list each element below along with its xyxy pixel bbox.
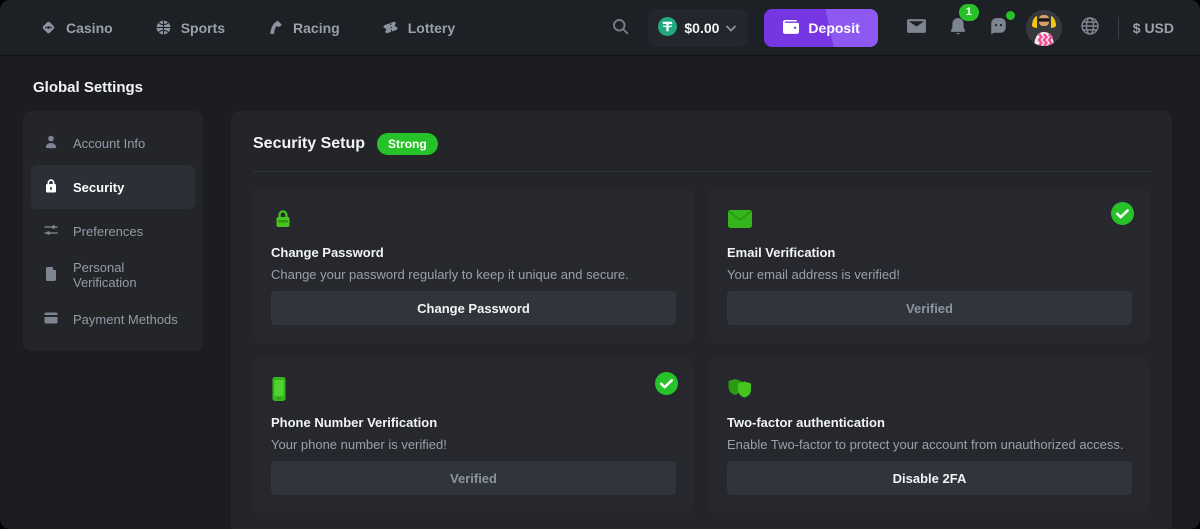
chat-icon [989,17,1008,38]
change-password-card: Change Password Change your password reg… [253,188,694,343]
sidebar-item-personal-verification[interactable]: Personal Verification [31,253,195,297]
messages-button[interactable] [902,14,931,41]
lock-icon [43,178,59,197]
security-strength-badge: Strong [377,133,438,155]
currency-selector[interactable]: $ USD [1133,20,1174,36]
shields-green-icon [727,376,1132,402]
nav-lottery[interactable]: Lottery [382,19,455,36]
two-factor-card: Two-factor authentication Enable Two-fac… [709,358,1150,513]
security-setup-panel: Security Setup Strong Change Password Ch… [231,111,1172,529]
topbar-divider [1118,17,1119,39]
card-description: Change your password regularly to keep i… [271,267,676,282]
envelope-green-icon [727,206,1132,232]
nav-casino[interactable]: Casino [40,19,113,36]
verified-check-icon [655,372,678,400]
ticket-icon [382,19,399,36]
card-description: Your email address is verified! [727,267,1132,282]
sidebar-item-label: Account Info [73,136,145,151]
disable-2fa-button[interactable]: Disable 2FA [727,461,1132,495]
page-content: Global Settings Account Info Security [0,55,1200,529]
nav-racing[interactable]: Racing [267,19,340,36]
nav-sports[interactable]: Sports [155,19,225,36]
main-nav: Casino Sports Racing Lottery [40,19,455,36]
verified-check-icon [1111,202,1134,230]
section-title: Security Setup [253,135,365,153]
phone-verified-button[interactable]: Verified [271,461,676,495]
sidebar-item-preferences[interactable]: Preferences [31,209,195,253]
notifications-button[interactable]: 1 [945,13,971,43]
nav-label: Lottery [408,20,455,36]
globe-icon [1080,16,1100,39]
horse-icon [267,19,284,36]
sidebar-item-account-info[interactable]: Account Info [31,121,195,165]
email-verified-button[interactable]: Verified [727,291,1132,325]
notification-count-badge: 1 [959,4,979,21]
card-description: Your phone number is verified! [271,437,676,452]
mail-icon [906,18,927,37]
nav-label: Sports [181,20,225,36]
currency-label: $ USD [1133,20,1174,36]
sidebar-item-security[interactable]: Security [31,165,195,209]
security-cards-grid: Change Password Change your password reg… [253,188,1150,513]
phone-verification-card: Phone Number Verification Your phone num… [253,358,694,513]
wallet-icon [782,19,800,37]
card-title: Change Password [271,245,676,260]
phone-green-icon [271,376,676,402]
chevron-down-icon [726,20,736,35]
basketball-icon [155,19,172,36]
padlock-green-icon [271,206,676,232]
search-button[interactable] [607,13,634,43]
user-icon [43,134,59,153]
header-divider [253,171,1150,172]
security-setup-header: Security Setup Strong [253,133,1150,155]
chat-button[interactable] [985,13,1012,42]
language-button[interactable] [1076,12,1104,43]
nav-label: Casino [66,20,113,36]
chat-online-dot [1006,11,1015,20]
card-title: Phone Number Verification [271,415,676,430]
avatar-image [1026,10,1062,46]
sidebar-item-payment-methods[interactable]: Payment Methods [31,297,195,341]
card-title: Email Verification [727,245,1132,260]
change-password-button[interactable]: Change Password [271,291,676,325]
sliders-icon [43,222,59,241]
sidebar-item-label: Payment Methods [73,312,178,327]
tether-coin-icon [658,17,677,39]
sidebar-item-label: Personal Verification [73,260,183,290]
user-avatar[interactable] [1026,10,1062,46]
page-title: Global Settings [33,79,1172,96]
topbar-right: $0.00 Deposit 1 [607,9,1174,47]
credit-card-icon [43,310,59,329]
card-title: Two-factor authentication [727,415,1132,430]
sidebar-item-label: Preferences [73,224,143,239]
nav-label: Racing [293,20,340,36]
dice-icon [40,19,57,36]
search-icon [611,17,630,39]
settings-sidebar: Account Info Security Preferences [23,111,203,351]
deposit-label: Deposit [808,20,859,36]
app-window: Casino Sports Racing Lottery [0,0,1200,529]
balance-selector[interactable]: $0.00 [648,9,748,47]
card-description: Enable Two-factor to protect your accoun… [727,437,1132,452]
topbar: Casino Sports Racing Lottery [0,0,1200,55]
balance-amount: $0.00 [684,20,719,36]
email-verification-card: Email Verification Your email address is… [709,188,1150,343]
sidebar-item-label: Security [73,180,124,195]
document-icon [43,266,59,285]
deposit-button[interactable]: Deposit [764,9,877,47]
